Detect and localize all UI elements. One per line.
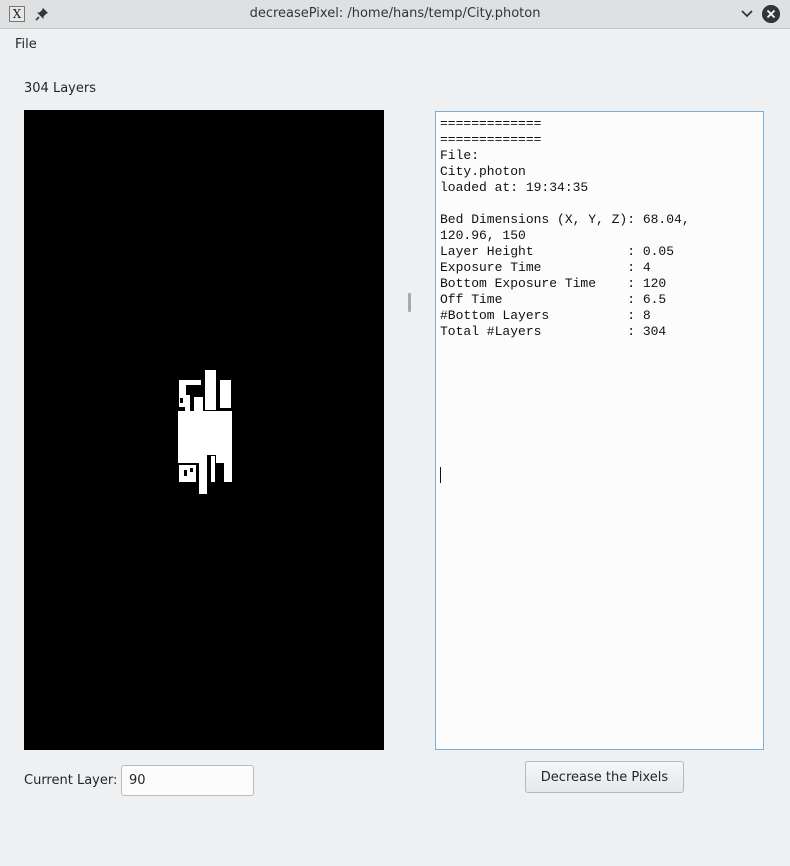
layers-count-label: 304 Layers xyxy=(24,81,96,96)
close-icon[interactable] xyxy=(762,5,780,23)
title-bar: X decreasePixel: /home/hans/temp/City.ph… xyxy=(0,0,790,29)
decrease-pixels-button[interactable]: Decrease the Pixels xyxy=(525,761,684,793)
menu-file[interactable]: File xyxy=(8,36,44,53)
current-layer-input[interactable] xyxy=(121,765,254,796)
text-caret xyxy=(440,467,441,483)
info-text: ============= ============= File: City.p… xyxy=(440,116,690,339)
current-layer-label: Current Layer: xyxy=(24,773,118,788)
menu-bar: File xyxy=(0,29,790,61)
info-text-area[interactable]: ============= ============= File: City.p… xyxy=(435,111,764,750)
splitter-handle[interactable] xyxy=(408,293,411,312)
layer-preview[interactable] xyxy=(24,110,384,750)
layer-preview-image xyxy=(178,370,232,494)
window-title: decreasePixel: /home/hans/temp/City.phot… xyxy=(249,6,541,21)
chevron-down-icon[interactable] xyxy=(738,6,756,22)
